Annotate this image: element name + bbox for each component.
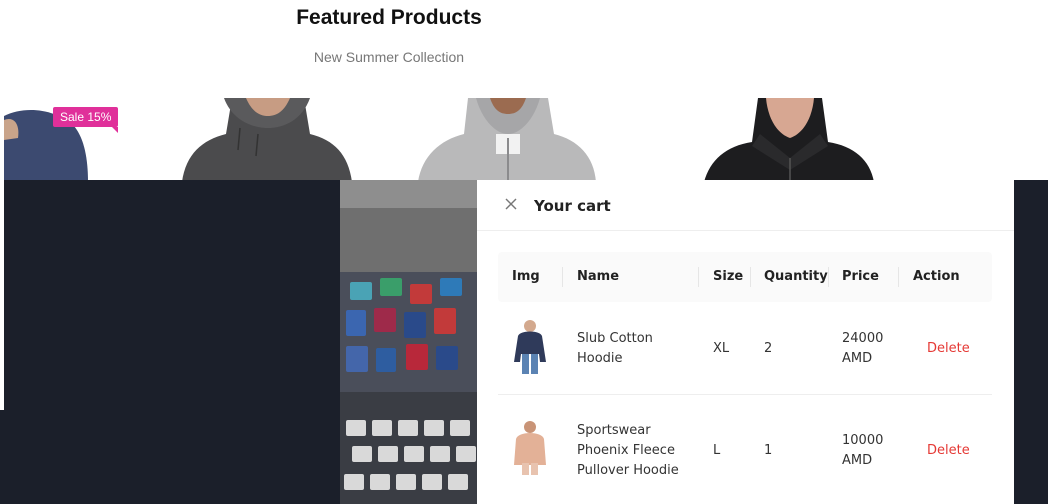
product-thumbnail-peach-hoodie	[514, 421, 546, 475]
cart-item-price: 10000 AMD	[842, 433, 884, 468]
cart-item-price: 24000 AMD	[842, 331, 884, 366]
close-icon[interactable]	[504, 197, 518, 211]
column-header-action: Action	[913, 269, 960, 284]
cart-item-quantity: 1	[764, 443, 773, 458]
modal-backdrop-bottom[interactable]	[0, 410, 340, 504]
featured-products-title: Featured Products	[296, 6, 482, 29]
product-image-black-pullover[interactable]	[704, 98, 876, 182]
light-grey-hoodie-image	[418, 98, 596, 182]
column-header-price: Price	[842, 269, 879, 284]
column-header-size: Size	[713, 269, 744, 284]
product-image-grey-hoodie[interactable]	[182, 98, 354, 182]
product-image-strip	[0, 98, 1048, 182]
black-pullover-image	[704, 98, 874, 182]
cart-item-name: Slub Cotton Hoodie	[577, 331, 653, 366]
delete-button[interactable]: Delete	[927, 441, 970, 461]
table-header: Img Name Size Quantity Price Action	[498, 252, 992, 302]
cart-item-quantity: 2	[764, 341, 773, 356]
sale-badge: Sale 15%	[53, 107, 119, 133]
table-row: Sportswear Phoenix Fleece Pullover Hoodi…	[498, 395, 992, 504]
column-header-quantity: Quantity	[764, 269, 828, 284]
cart-drawer: Your cart Img Name Size Quantity Price A…	[477, 180, 1014, 504]
laptop-clothing-photo	[340, 180, 480, 504]
delete-button[interactable]: Delete	[927, 339, 970, 359]
column-header-img: Img	[512, 269, 540, 284]
featured-products-subtitle: New Summer Collection	[313, 49, 465, 65]
background-shop-photo	[340, 180, 480, 504]
column-header-name: Name	[577, 269, 620, 284]
product-image-light-grey-hoodie[interactable]	[418, 98, 598, 182]
table-row: Slub Cotton Hoodie XL 2 24000 AMD Delete	[498, 302, 992, 395]
cart-item-size: XL	[713, 341, 730, 356]
cart-table: Img Name Size Quantity Price Action Slub…	[498, 252, 992, 504]
product-thumbnail-navy-hoodie	[514, 320, 546, 374]
modal-backdrop[interactable]	[4, 180, 340, 412]
cart-item-name: Sportswear Phoenix Fleece Pullover Hoodi…	[577, 423, 679, 478]
cart-header: Your cart	[477, 180, 1014, 231]
cart-title: Your cart	[534, 197, 611, 215]
dark-grey-hoodie-image	[182, 98, 352, 182]
modal-backdrop-right[interactable]	[1014, 180, 1048, 504]
cart-item-size: L	[713, 443, 721, 458]
